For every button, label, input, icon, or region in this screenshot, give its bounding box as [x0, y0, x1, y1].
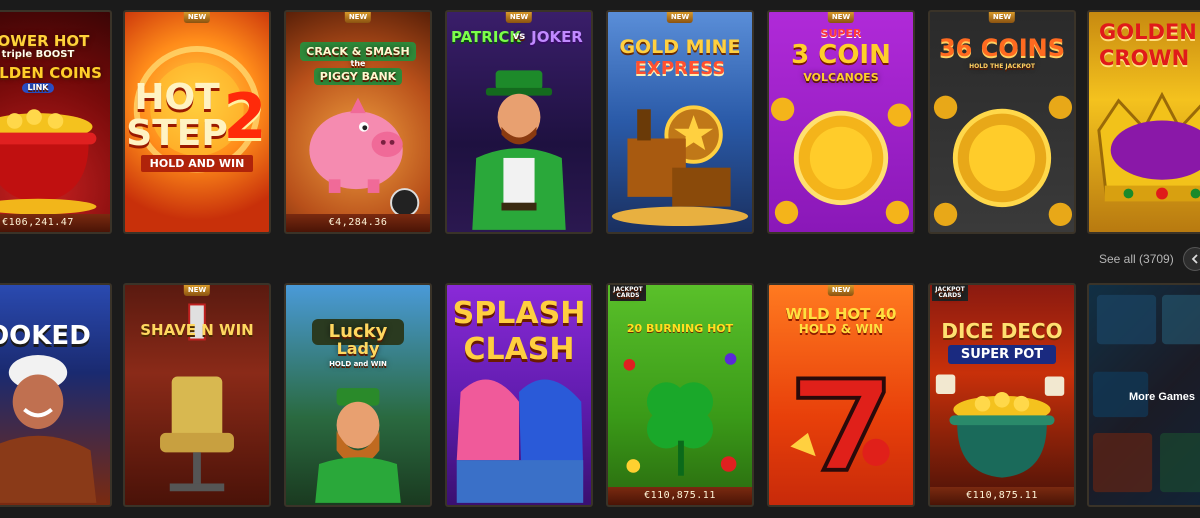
game-subtitle: GOLDEN COINS: [0, 64, 102, 82]
game-subtitle: SUPER POT: [948, 345, 1056, 364]
jackpot-amount: €106,241.47: [0, 214, 110, 232]
game-row-1: POWER HOT triple BOOST GOLDEN COINS LINK…: [0, 10, 1200, 234]
game-subtitle: HOLD THE JACKPOT: [969, 63, 1035, 70]
jackpot-amount: €4,284.36: [286, 214, 430, 232]
see-all-link[interactable]: See all (3709): [1099, 252, 1174, 266]
game-title: HOT: [134, 77, 220, 118]
hold-and-win-label: HOLD AND WIN: [141, 155, 253, 172]
game-title: 20 BURNING HOT: [626, 322, 734, 335]
new-badge: NEW: [505, 12, 533, 23]
game-title: GOLDEN: [1099, 20, 1197, 44]
game-tile-cooked[interactable]: COOKED: [0, 283, 112, 507]
new-badge: NEW: [183, 12, 211, 23]
jackpot-amount: €110,875.11: [930, 487, 1074, 505]
game-title: GOLD MINE: [619, 36, 741, 58]
game-row-2: COOKED NEW SHAVE N WIN Lucky Lady HOLD a…: [0, 283, 1200, 507]
jackpot-cards-badge: JACKPOT CARDS: [932, 285, 968, 301]
leprechaun-icon: [315, 388, 401, 503]
game-title: POWER HOT: [0, 32, 90, 50]
game-subtitle: EXPRESS: [634, 58, 726, 79]
clover-icon: [623, 353, 737, 476]
game-title-2: JOKER: [531, 28, 583, 46]
game-title: WILD HOT 40: [785, 305, 897, 323]
game-tile-splash-clash[interactable]: SPLASH CLASH: [445, 283, 593, 507]
game-title-line-2: STEP: [126, 113, 228, 154]
game-subtitle: triple BOOST: [1, 49, 75, 60]
game-subtitle: PIGGY BANK: [314, 68, 402, 85]
hold-and-win-label: HOLD and WIN: [329, 360, 387, 368]
game-title: PATRICK: [451, 28, 522, 46]
game-link-badge: LINK: [22, 83, 54, 93]
game-title-prefix: SUPER: [820, 27, 862, 40]
new-badge: NEW: [988, 12, 1016, 23]
new-badge: NEW: [827, 285, 855, 296]
game-title: 3 COIN: [791, 40, 891, 70]
game-subtitle: VOLCANOES: [803, 71, 879, 84]
chevron-left-icon: [1191, 254, 1198, 264]
game-tile-dice-deco-super-pot[interactable]: JACKPOT CARDS DICE DECO SUPER POT €110,8…: [928, 283, 1076, 507]
more-games-label: More Games: [1128, 391, 1196, 403]
game-tile-crack-smash-piggy-bank[interactable]: NEW CRACK & SMASH the PIGGY BANK €4,284.…: [284, 10, 432, 234]
game-tile-power-hot-golden-coins[interactable]: POWER HOT triple BOOST GOLDEN COINS LINK…: [0, 10, 112, 234]
game-tile-super-3-coin-volcanoes[interactable]: NEW SUPER 3 COIN VOLCANOES: [767, 10, 915, 234]
new-badge: NEW: [183, 285, 211, 296]
game-tile-shave-n-win[interactable]: NEW SHAVE N WIN: [123, 283, 271, 507]
new-badge: NEW: [827, 12, 855, 23]
game-tile-wild-hot-40[interactable]: NEW WILD HOT 40 HOLD & WIN: [767, 283, 915, 507]
new-badge: NEW: [344, 12, 372, 23]
game-title-number: 2: [223, 80, 267, 153]
jackpot-amount: €110,875.11: [608, 487, 752, 505]
new-badge: NEW: [666, 12, 694, 23]
pot-of-gold-icon: [935, 374, 1065, 478]
jackpot-cards-badge: JACKPOT CARDS: [610, 285, 646, 301]
next-page-button[interactable]: [1183, 247, 1200, 271]
barber-chair-icon: [160, 303, 234, 492]
chef-icon: [0, 355, 97, 503]
game-tile-lucky-lady[interactable]: Lucky Lady HOLD and WIN: [284, 283, 432, 507]
game-title: COOKED: [0, 321, 91, 351]
game-title-line-2: CROWN: [1099, 46, 1190, 70]
game-title: SPLASH: [452, 296, 586, 331]
game-tile-36-coins[interactable]: NEW 36 COINS HOLD THE JACKPOT: [928, 10, 1076, 234]
more-games-tile[interactable]: More Games: [1087, 283, 1200, 507]
game-tile-20-burning-hot[interactable]: JACKPOT CARDS 20 BURNING HOT €110,875.11: [606, 283, 754, 507]
game-tile-hot-step-2[interactable]: NEW HOT STEP 2 HOLD AND WIN: [123, 10, 271, 234]
game-title: SHAVE N WIN: [140, 321, 254, 339]
game-title-line-2: CLASH: [463, 332, 575, 367]
game-title: DICE DECO: [941, 319, 1063, 343]
game-tile-patrick-vs-joker[interactable]: NEW PATRICK vs JOKER: [445, 10, 593, 234]
game-tile-golden-crown[interactable]: GOLDEN CROWN: [1087, 10, 1200, 234]
game-title: 36 COINS: [938, 34, 1066, 62]
game-title-line-2: Lady: [336, 339, 380, 358]
hold-and-win-label: HOLD & WIN: [798, 322, 884, 336]
game-tile-gold-mine-express[interactable]: NEW GOLD MINE EXPRESS: [606, 10, 754, 234]
game-title-connector: the: [350, 59, 366, 68]
